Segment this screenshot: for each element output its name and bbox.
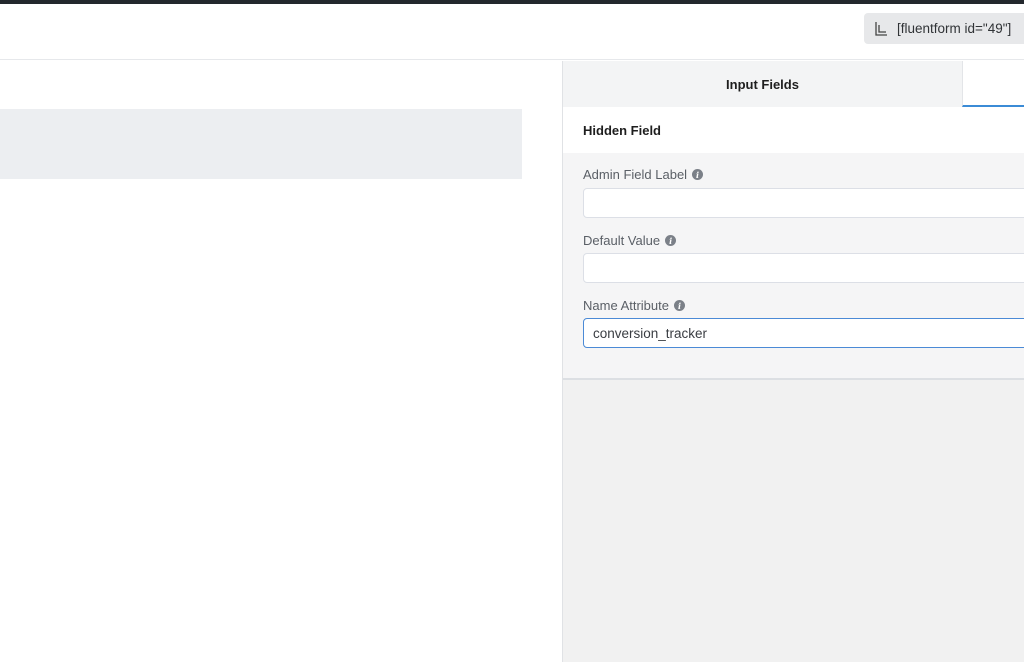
shortcode-text: [fluentform id="49"] [897,21,1012,36]
field-settings-sidebar: Input Fields Hidden Field Admin Field La… [562,61,1024,662]
info-icon[interactable]: i [665,235,677,246]
panel-title-text: Hidden Field [583,122,661,138]
sidebar-tabs: Input Fields [563,61,1024,107]
copy-icon [875,21,887,36]
admin-field-label-input[interactable] [583,188,1024,218]
form-element-placeholder[interactable] [0,109,522,179]
hidden-field-settings-panel: Hidden Field Admin Field Label i Default… [563,107,1024,380]
admin-field-label-label: Admin Field Label i [583,167,704,182]
tab-input-fields-label: Input Fields [726,76,799,92]
name-attribute-label: Name Attribute i [583,298,685,313]
tab-input-customization[interactable] [962,61,1024,107]
default-value-text: Default Value [583,233,661,248]
name-attribute-input[interactable] [583,318,1024,348]
form-canvas [0,61,562,662]
info-icon[interactable]: i [674,300,685,311]
panel-title: Hidden Field [563,107,1024,153]
info-icon[interactable]: i [692,169,704,180]
editor-header: [fluentform id="49"] [0,4,1024,60]
default-value-input[interactable] [583,253,1024,283]
shortcode-copy-button[interactable]: [fluentform id="49"] [864,13,1024,44]
tab-input-fields[interactable]: Input Fields [563,61,962,107]
name-attribute-text: Name Attribute [583,298,669,313]
admin-field-label-text: Admin Field Label [583,167,688,182]
default-value-label: Default Value i [583,233,677,248]
